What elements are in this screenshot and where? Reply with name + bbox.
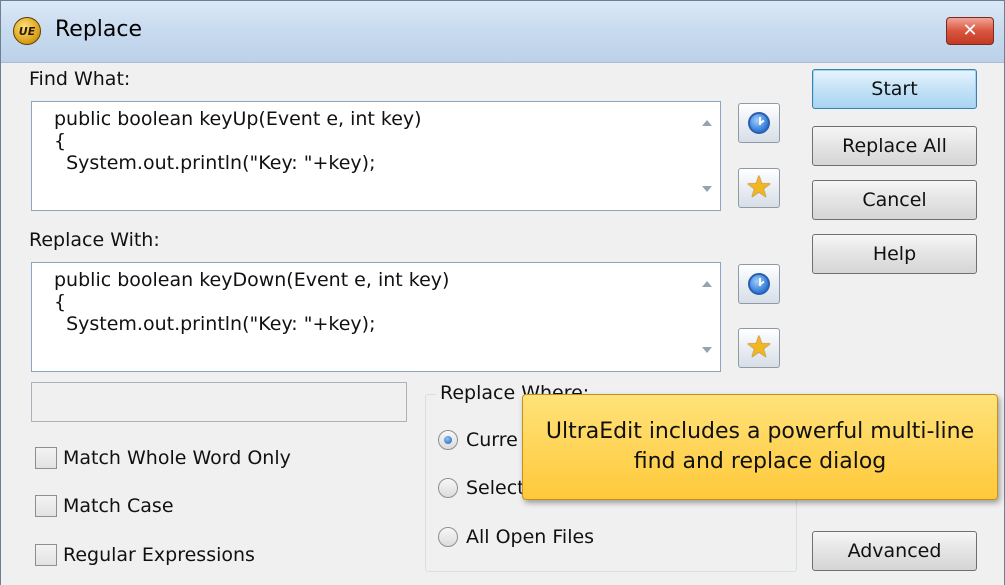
all-open-files-label: All Open Files — [466, 526, 595, 548]
scroll-down-icon[interactable] — [702, 347, 712, 353]
find-what-text: public boolean keyUp(Event e, int key) {… — [54, 108, 422, 174]
scroll-up-icon[interactable] — [702, 281, 712, 287]
match-whole-word-option[interactable]: Match Whole Word Only — [35, 447, 291, 469]
close-button[interactable]: ✕ — [946, 17, 994, 45]
title-bar[interactable]: UE Replace ✕ — [1, 1, 1004, 63]
cancel-button[interactable]: Cancel — [812, 180, 977, 220]
current-file-label: Curre — [466, 429, 518, 451]
match-whole-word-checkbox[interactable] — [35, 447, 57, 469]
advanced-button[interactable]: Advanced — [812, 531, 977, 571]
replace-with-label: Replace With: — [29, 229, 160, 251]
find-scrollbar[interactable] — [694, 102, 720, 210]
regular-expressions-option[interactable]: Regular Expressions — [35, 544, 255, 566]
regular-expressions-label: Regular Expressions — [63, 544, 255, 566]
scroll-down-icon[interactable] — [702, 186, 712, 192]
clock-icon — [748, 112, 770, 134]
star-icon: ★ — [745, 170, 773, 205]
find-what-input[interactable]: public boolean keyUp(Event e, int key) {… — [31, 101, 721, 211]
tooltip-text: UltraEdit includes a powerful multi-line… — [545, 419, 975, 474]
match-case-checkbox[interactable] — [35, 495, 57, 517]
start-button[interactable]: Start — [812, 69, 977, 109]
current-file-radio[interactable] — [438, 430, 458, 450]
replace-with-text: public boolean keyDown(Event e, int key)… — [54, 269, 450, 335]
find-history-button[interactable] — [738, 103, 780, 143]
replace-with-input[interactable]: public boolean keyDown(Event e, int key)… — [31, 262, 721, 372]
match-whole-word-label: Match Whole Word Only — [63, 447, 291, 469]
all-open-files-radio[interactable] — [438, 527, 458, 547]
replace-scrollbar[interactable] — [694, 263, 720, 371]
all-open-files-option[interactable]: All Open Files — [438, 526, 594, 548]
help-button[interactable]: Help — [812, 234, 977, 274]
find-what-label: Find What: — [29, 68, 131, 90]
scroll-up-icon[interactable] — [702, 120, 712, 126]
current-file-option[interactable]: Curre — [438, 429, 518, 451]
replace-history-button[interactable] — [738, 264, 780, 304]
ultraedit-logo-icon: UE — [13, 17, 41, 45]
clock-icon — [748, 273, 770, 295]
selection-label: Select — [466, 477, 525, 499]
replace-all-button[interactable]: Replace All — [812, 126, 977, 166]
feature-callout-tooltip: UltraEdit includes a powerful multi-line… — [522, 394, 998, 500]
regular-expressions-checkbox[interactable] — [35, 544, 57, 566]
selection-radio[interactable] — [438, 478, 458, 498]
replace-dialog: UE Replace ✕ Find What: public boolean k… — [0, 0, 1005, 585]
status-field — [31, 382, 407, 422]
window-title: Replace — [55, 17, 143, 42]
star-icon: ★ — [745, 330, 773, 365]
replace-favorites-button[interactable]: ★ — [738, 328, 780, 368]
find-favorites-button[interactable]: ★ — [738, 168, 780, 208]
match-case-option[interactable]: Match Case — [35, 495, 174, 517]
match-case-label: Match Case — [63, 495, 174, 517]
selection-option[interactable]: Select — [438, 477, 525, 499]
dialog-body: Find What: public boolean keyUp(Event e,… — [1, 64, 1004, 585]
